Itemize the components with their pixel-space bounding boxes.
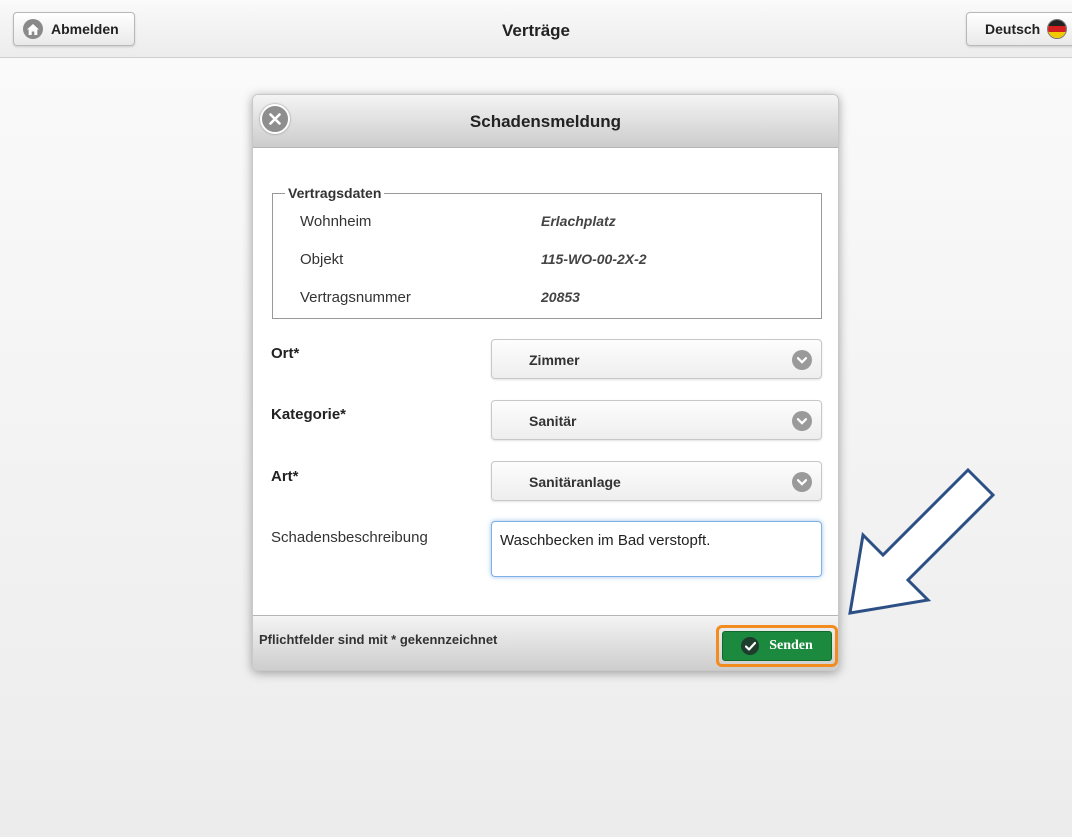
contract-row-value: Erlachplatz xyxy=(541,213,616,229)
dialog-header: Schadensmeldung xyxy=(253,95,838,148)
dialog-title: Schadensmeldung xyxy=(469,112,622,131)
chevron-down-icon xyxy=(792,411,812,431)
chevron-down-icon xyxy=(792,350,812,370)
description-textarea[interactable]: Waschbecken im Bad verstopft. xyxy=(491,521,822,577)
type-select[interactable]: Sanitäranlage xyxy=(491,461,822,501)
checkmark-icon xyxy=(741,637,760,655)
language-button[interactable]: Deutsch xyxy=(966,12,1072,46)
type-select-value: Sanitäranlage xyxy=(529,474,621,490)
category-select[interactable]: Sanitär xyxy=(491,400,822,440)
category-label: Kategorie* xyxy=(271,406,347,423)
contract-row-value: 20853 xyxy=(541,289,580,305)
send-button[interactable]: Senden xyxy=(722,631,832,661)
location-select-value: Zimmer xyxy=(529,352,580,368)
type-label: Art* xyxy=(271,468,299,485)
dialog-footer: Pflichtfelder sind mit * gekennzeichnet … xyxy=(253,615,838,670)
contract-row-label: Vertragsnummer xyxy=(300,289,411,306)
chevron-down-icon xyxy=(792,472,812,492)
contract-row-dormitory: Wohnheim Erlachplatz xyxy=(300,213,800,230)
send-button-label: Senden xyxy=(769,638,813,653)
location-select[interactable]: Zimmer xyxy=(491,339,822,379)
page-title: Verträge xyxy=(501,21,571,40)
contract-row-number: Vertragsnummer 20853 xyxy=(300,289,800,306)
contract-row-label: Objekt xyxy=(300,251,344,268)
top-bar: Abmelden Verträge Deutsch xyxy=(0,0,1072,58)
contract-data-fieldset: Vertragsdaten Wohnheim Erlachplatz Objek… xyxy=(272,185,822,319)
contract-row-object: Objekt 115-WO-00-2X-2 xyxy=(300,251,800,268)
german-flag-icon xyxy=(1047,19,1068,39)
required-fields-note: Pflichtfelder sind mit * gekennzeichnet xyxy=(259,632,498,647)
arrow-annotation-icon xyxy=(848,468,996,615)
description-label: Schadensbeschreibung xyxy=(271,529,428,546)
damage-report-dialog: Schadensmeldung Vertragsdaten Wohnheim E… xyxy=(252,94,839,671)
contract-row-label: Wohnheim xyxy=(300,213,372,230)
contract-data-legend: Vertragsdaten xyxy=(285,185,385,201)
contract-row-value: 115-WO-00-2X-2 xyxy=(541,251,647,267)
location-label: Ort* xyxy=(271,345,300,362)
language-label: Deutsch xyxy=(985,21,1041,37)
category-select-value: Sanitär xyxy=(529,413,577,429)
send-button-highlight: Senden xyxy=(716,625,838,667)
